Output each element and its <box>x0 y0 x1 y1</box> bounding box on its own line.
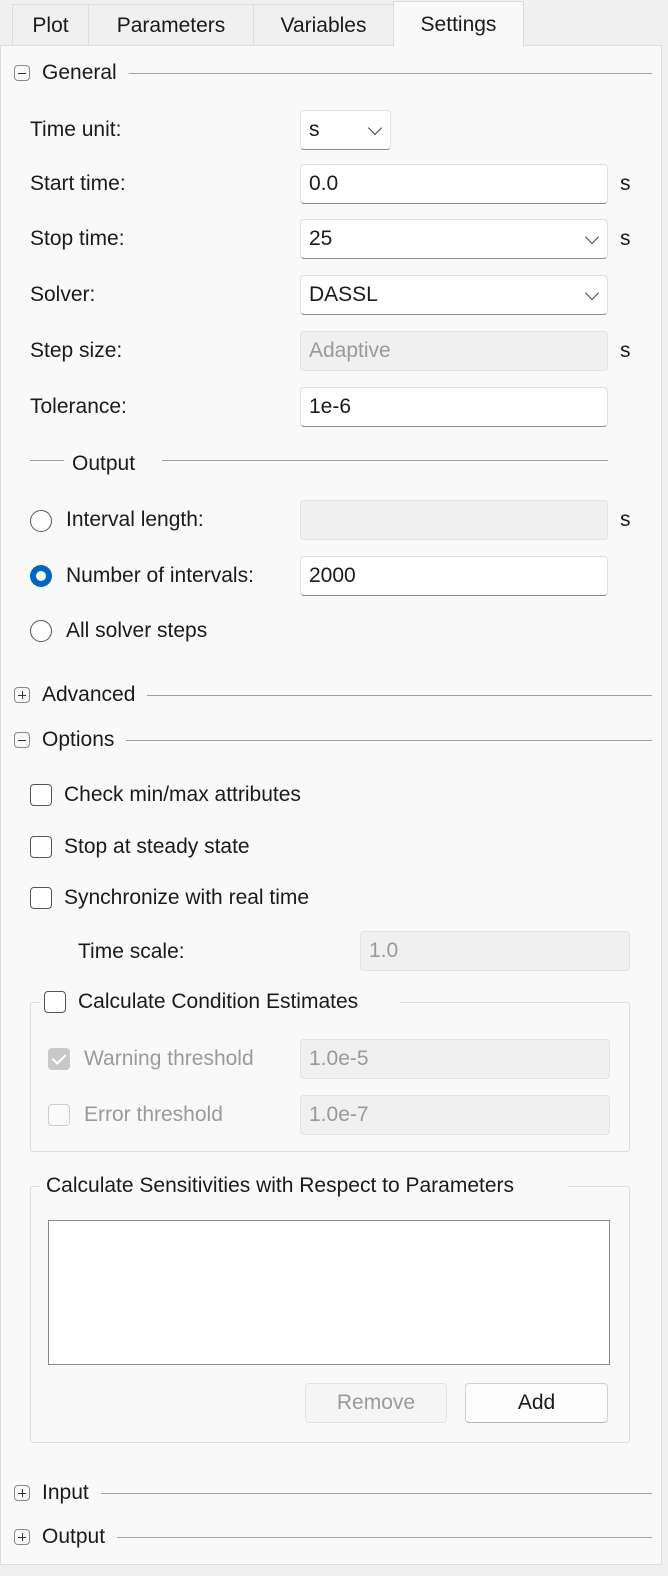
output-subheader: Output <box>72 452 136 475</box>
tolerance-label: Tolerance: <box>30 395 127 418</box>
tab-settings[interactable]: Settings <box>393 1 524 47</box>
tab-label: Settings <box>420 12 497 36</box>
divider <box>100 1492 652 1494</box>
tolerance-input[interactable]: 1e-6 <box>300 387 608 427</box>
warning-threshold-input: 1.0e-5 <box>300 1039 610 1079</box>
all-solver-steps-label[interactable]: All solver steps <box>66 611 207 651</box>
error-threshold-checkbox <box>48 1104 70 1126</box>
interval-length-input <box>300 500 608 540</box>
number-of-intervals-label[interactable]: Number of intervals: <box>66 556 254 596</box>
error-threshold-input: 1.0e-7 <box>300 1095 610 1135</box>
add-button[interactable]: Add <box>465 1383 608 1423</box>
sensitivities-list[interactable] <box>48 1220 610 1365</box>
unit-label: s <box>620 508 631 531</box>
divider <box>117 1536 652 1538</box>
stop-time-label: Stop time: <box>30 227 125 250</box>
section-title: Options <box>42 728 115 751</box>
stop-time-combo[interactable]: 25 <box>300 219 608 259</box>
expand-icon[interactable] <box>14 1485 30 1501</box>
section-title: Input <box>42 1481 89 1504</box>
section-title: Advanced <box>42 683 136 706</box>
number-of-intervals-input[interactable]: 2000 <box>300 556 608 596</box>
section-general[interactable]: General <box>10 58 652 88</box>
stop-steady-checkbox[interactable] <box>30 836 52 858</box>
tab-plot[interactable]: Plot <box>12 4 89 46</box>
remove-button: Remove <box>305 1383 447 1423</box>
error-threshold-label: Error threshold <box>84 1103 223 1126</box>
solver-label: Solver: <box>30 283 96 306</box>
stop-steady-label[interactable]: Stop at steady state <box>64 827 250 867</box>
chevron-down-icon <box>367 120 383 136</box>
start-time-input[interactable]: 0.0 <box>300 164 608 204</box>
condition-label[interactable]: Calculate Condition Estimates <box>78 990 358 1014</box>
divider <box>30 460 64 461</box>
divider <box>126 739 652 741</box>
time-unit-select[interactable]: s <box>300 110 391 150</box>
step-size-label: Step size: <box>30 339 123 362</box>
check-minmax-checkbox[interactable] <box>30 784 52 806</box>
check-minmax-label[interactable]: Check min/max attributes <box>64 775 301 815</box>
section-options[interactable]: Options <box>10 725 652 755</box>
unit-label: s <box>620 339 631 362</box>
tab-label: Variables <box>280 13 367 37</box>
divider <box>128 72 652 74</box>
condition-checkbox[interactable] <box>44 991 66 1013</box>
sync-realtime-checkbox[interactable] <box>30 887 52 909</box>
expand-icon[interactable] <box>14 1529 30 1545</box>
time-scale-label: Time scale: <box>78 940 185 963</box>
time-unit-label: Time unit: <box>30 118 122 141</box>
tab-label: Parameters <box>116 13 226 37</box>
expand-icon[interactable] <box>14 687 30 703</box>
section-title: General <box>42 61 117 84</box>
all-solver-steps-radio[interactable] <box>30 620 52 642</box>
interval-length-label[interactable]: Interval length: <box>66 500 204 540</box>
start-time-label: Start time: <box>30 172 126 195</box>
divider <box>147 694 652 696</box>
tab-variables[interactable]: Variables <box>253 4 394 46</box>
section-input[interactable]: Input <box>10 1478 652 1508</box>
collapse-icon[interactable] <box>14 65 30 81</box>
unit-label: s <box>620 227 631 250</box>
chevron-down-icon[interactable] <box>584 229 600 245</box>
step-size-input: Adaptive <box>300 331 608 371</box>
warning-threshold-label: Warning threshold <box>84 1047 254 1070</box>
selected-value: DASSL <box>309 283 378 306</box>
warning-threshold-checkbox <box>48 1048 70 1070</box>
chevron-down-icon <box>584 285 600 301</box>
unit-label: s <box>620 172 631 195</box>
sync-realtime-label[interactable]: Synchronize with real time <box>64 878 309 918</box>
section-advanced[interactable]: Advanced <box>10 680 652 710</box>
section-title: Output <box>42 1525 106 1548</box>
solver-select[interactable]: DASSL <box>300 275 608 315</box>
section-output[interactable]: Output <box>10 1522 652 1552</box>
tab-parameters[interactable]: Parameters <box>88 4 254 46</box>
time-scale-input: 1.0 <box>360 931 630 971</box>
interval-length-radio[interactable] <box>30 510 52 532</box>
collapse-icon[interactable] <box>14 732 30 748</box>
number-of-intervals-radio[interactable] <box>30 565 52 587</box>
selected-value: s <box>309 118 320 141</box>
divider <box>162 460 608 461</box>
selected-value: 25 <box>309 227 333 250</box>
sensitivities-title: Calculate Sensitivities with Respect to … <box>40 1174 568 1200</box>
tab-label: Plot <box>32 13 69 37</box>
